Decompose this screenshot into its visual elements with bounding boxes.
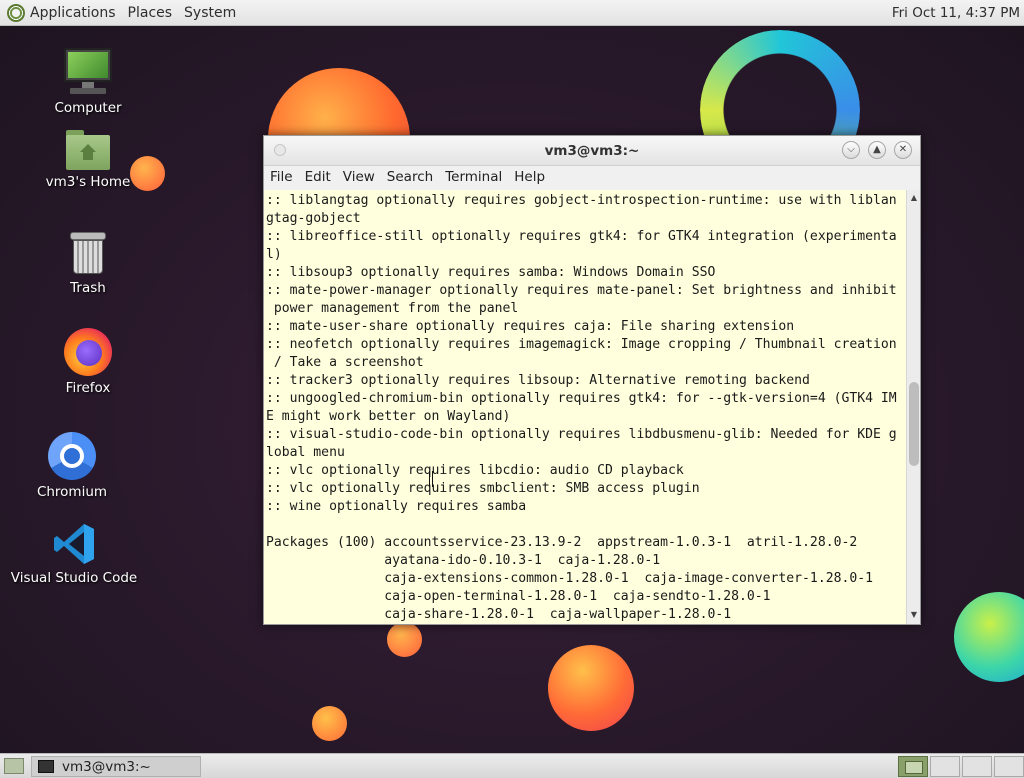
menu-search[interactable]: Search <box>387 169 433 185</box>
computer-icon <box>64 48 112 96</box>
terminal-icon <box>38 760 54 773</box>
terminal-line: :: libsoup3 optionally requires samba: W… <box>266 265 716 280</box>
workspace-3[interactable] <box>962 756 992 777</box>
desktop-icon-label: vm3's Home <box>45 174 131 190</box>
wallpaper-sphere-bottom <box>548 645 634 731</box>
scroll-down-arrow-icon[interactable]: ▼ <box>909 610 919 620</box>
terminal-line: :: ungoogled-chromium-bin optionally req… <box>266 391 897 406</box>
mouse-ibeam-cursor <box>429 471 433 487</box>
desktop-icon-label: Chromium <box>36 484 108 500</box>
bottom-panel: vm3@vm3:~ <box>0 753 1024 778</box>
terminal-line: E might work better on Wayland) <box>266 409 511 424</box>
terminal-line: l) <box>266 247 282 262</box>
terminal-line: :: libreoffice-still optionally requires… <box>266 229 897 244</box>
desktop-icon-label: Visual Studio Code <box>10 570 138 586</box>
wallpaper-sphere-tiny <box>312 706 347 741</box>
terminal-line: :: mate-user-share optionally requires c… <box>266 319 795 334</box>
desktop-icon-trash[interactable]: Trash <box>23 232 153 296</box>
terminal-output[interactable]: :: liblangtag optionally requires gobjec… <box>264 190 906 624</box>
terminal-line: / Take a screenshot <box>266 355 424 370</box>
terminal-line: :: tracker3 optionally requires libsoup:… <box>266 373 810 388</box>
terminal-line: Packages (100) accountsservice-23.13.9-2… <box>266 535 858 550</box>
terminal-text: :: liblangtag optionally requires gobjec… <box>264 190 906 624</box>
terminal-window[interactable]: vm3@vm3:~ ⌵ ▲ ✕ File Edit View Search Te… <box>263 135 921 625</box>
window-title: vm3@vm3:~ <box>544 143 640 159</box>
terminal-line: power management from the panel <box>266 301 519 316</box>
workspace-2[interactable] <box>930 756 960 777</box>
maximize-button[interactable]: ▲ <box>868 141 886 159</box>
applications-menu[interactable]: Applications <box>30 5 116 21</box>
home-folder-icon <box>66 130 110 170</box>
menu-help[interactable]: Help <box>514 169 545 185</box>
terminal-line: :: mate-power-manager optionally require… <box>266 283 897 298</box>
workspace-4[interactable] <box>994 756 1024 777</box>
wallpaper-sphere-right <box>954 592 1024 682</box>
system-menu[interactable]: System <box>184 5 236 21</box>
terminal-line: :: vlc optionally requires smbclient: SM… <box>266 481 700 496</box>
terminal-titlebar[interactable]: vm3@vm3:~ ⌵ ▲ ✕ <box>264 136 920 166</box>
scroll-up-arrow-icon[interactable]: ▲ <box>909 193 919 203</box>
menu-view[interactable]: View <box>343 169 375 185</box>
taskbar-item-label: vm3@vm3:~ <box>62 758 151 775</box>
desktop-icon-label: Computer <box>54 100 122 116</box>
workspace-1[interactable] <box>898 756 928 777</box>
terminal-line: caja-open-terminal-1.28.0-1 caja-sendto-… <box>266 589 771 604</box>
scrollbar-thumb[interactable] <box>909 382 919 466</box>
wallpaper-sphere-small-bottom <box>387 622 422 657</box>
desktop-icon-label: Trash <box>70 280 106 296</box>
terminal-menubar: File Edit View Search Terminal Help <box>264 166 920 188</box>
terminal-line: ayatana-ido-0.10.3-1 caja-1.28.0-1 <box>266 553 661 568</box>
chromium-icon <box>48 432 96 480</box>
menu-edit[interactable]: Edit <box>305 169 331 185</box>
terminal-line: :: neofetch optionally requires imagemag… <box>266 337 897 352</box>
terminal-line: caja-share-1.28.0-1 caja-wallpaper-1.28.… <box>266 607 732 622</box>
trash-icon <box>70 232 106 276</box>
terminal-line: :: liblangtag optionally requires gobjec… <box>266 193 897 208</box>
minimize-button[interactable]: ⌵ <box>842 141 860 159</box>
taskbar-item-terminal[interactable]: vm3@vm3:~ <box>31 756 201 777</box>
top-panel: Applications Places System Fri Oct 11, 4… <box>0 0 1024 26</box>
terminal-line: :: vlc optionally requires libcdio: audi… <box>266 463 684 478</box>
terminal-line: caja-extensions-common-1.28.0-1 caja-ima… <box>266 571 873 586</box>
menu-terminal[interactable]: Terminal <box>445 169 502 185</box>
close-button[interactable]: ✕ <box>894 141 912 159</box>
show-desktop-button[interactable] <box>4 758 24 774</box>
mate-logo-icon[interactable] <box>7 3 25 22</box>
desktop-icon-computer[interactable]: Computer <box>23 48 153 116</box>
firefox-icon <box>64 328 112 376</box>
terminal-scrollbar[interactable]: ▲ ▼ <box>906 190 920 624</box>
vscode-icon <box>52 522 96 566</box>
terminal-line: :: wine optionally requires samba <box>266 499 527 514</box>
clock[interactable]: Fri Oct 11, 4:37 PM <box>892 5 1020 21</box>
terminal-line: lobal menu <box>266 445 345 460</box>
menu-file[interactable]: File <box>270 169 293 185</box>
places-menu[interactable]: Places <box>128 5 173 21</box>
desktop-icon-firefox[interactable]: Firefox <box>23 328 153 396</box>
desktop-icon-chromium[interactable]: Chromium <box>7 432 137 500</box>
desktop-icon-home[interactable]: vm3's Home <box>23 130 153 190</box>
terminal-line: :: visual-studio-code-bin optionally req… <box>266 427 897 442</box>
desktop-icon-vscode[interactable]: Visual Studio Code <box>9 522 139 586</box>
terminal-line: gtag-gobject <box>266 211 361 226</box>
desktop-icon-label: Firefox <box>65 380 111 396</box>
